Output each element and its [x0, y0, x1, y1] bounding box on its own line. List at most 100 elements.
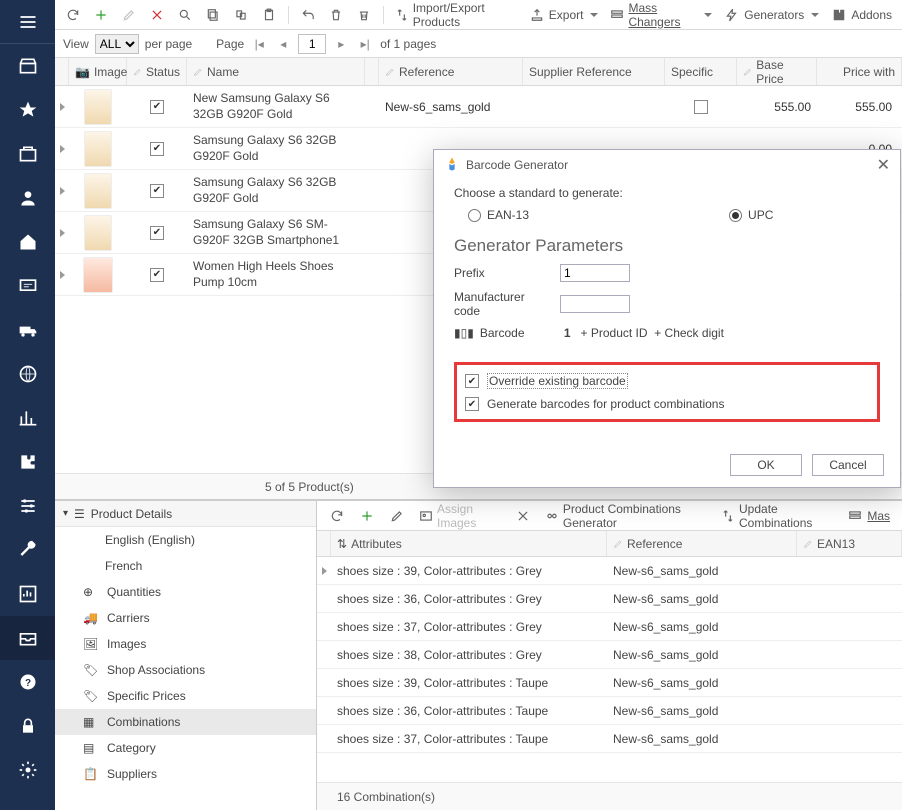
col-reference[interactable]: Reference	[379, 58, 523, 85]
undo-icon[interactable]	[296, 5, 320, 25]
detail-item-shop-associations[interactable]: 🏷Shop Associations	[55, 657, 316, 683]
first-page-button[interactable]: |◂	[250, 35, 268, 53]
combo-row[interactable]: shoes size : 39, Color-attributes : Taup…	[317, 669, 902, 697]
combo-refresh-icon[interactable]	[325, 506, 349, 526]
row-expand-icon[interactable]	[55, 254, 69, 295]
detail-item-combinations[interactable]: ▦Combinations	[55, 709, 316, 735]
mfg-input[interactable]	[560, 295, 630, 313]
col-supplierref[interactable]: Supplier Reference	[523, 58, 665, 85]
message-icon[interactable]	[0, 264, 55, 308]
inbox-icon[interactable]	[0, 616, 55, 660]
combo-row[interactable]: shoes size : 36, Color-attributes : Grey…	[317, 585, 902, 613]
detail-item-quantities[interactable]: ⊕Quantities	[55, 579, 316, 605]
combo-attr-cell: shoes size : 37, Color-attributes : Taup…	[331, 732, 607, 746]
status-checkbox[interactable]	[150, 268, 164, 282]
generators-button[interactable]: Generators	[720, 5, 823, 25]
view-label: View	[63, 37, 89, 51]
row-expand-icon[interactable]	[55, 86, 69, 127]
combo-generator-button[interactable]: Product Combinations Generator	[541, 500, 711, 532]
combo-row[interactable]: shoes size : 39, Color-attributes : Grey…	[317, 557, 902, 585]
prefix-input[interactable]	[560, 264, 630, 282]
combo-row[interactable]: shoes size : 36, Color-attributes : Taup…	[317, 697, 902, 725]
status-checkbox[interactable]	[150, 100, 164, 114]
col-image[interactable]: 📷 Image	[69, 58, 127, 85]
home-icon[interactable]	[0, 220, 55, 264]
row-expand-icon[interactable]	[55, 128, 69, 169]
combo-col-attributes[interactable]: ⇅ Attributes	[331, 531, 607, 556]
stats-icon[interactable]	[0, 396, 55, 440]
ok-button[interactable]: OK	[730, 454, 802, 476]
importexport-button[interactable]: Import/Export Products	[391, 0, 521, 31]
next-page-button[interactable]: ▸	[332, 35, 350, 53]
combo-mass-button[interactable]: Mas	[843, 506, 894, 526]
combo-row[interactable]: shoes size : 37, Color-attributes : Grey…	[317, 613, 902, 641]
update-combos-button[interactable]: Update Combinations	[717, 500, 837, 532]
status-checkbox[interactable]	[150, 184, 164, 198]
ean13-radio[interactable]: EAN-13	[468, 208, 529, 222]
language-item[interactable]: French	[55, 553, 316, 579]
page-input[interactable]	[298, 34, 326, 54]
combo-add-icon[interactable]	[355, 506, 379, 526]
user-icon[interactable]	[0, 176, 55, 220]
paste-icon[interactable]	[257, 5, 281, 25]
masschangers-button[interactable]: Mass Changers	[606, 0, 716, 31]
detail-item-carriers[interactable]: 🚚Carriers	[55, 605, 316, 631]
status-checkbox[interactable]	[150, 226, 164, 240]
product-thumb	[83, 257, 113, 293]
detail-item-specific-prices[interactable]: 🏷Specific Prices	[55, 683, 316, 709]
col-pricewith[interactable]: Price with	[817, 58, 902, 85]
lock-icon[interactable]	[0, 704, 55, 748]
specific-checkbox[interactable]	[694, 100, 708, 114]
view-select[interactable]: ALL	[95, 34, 139, 54]
table-row[interactable]: New Samsung Galaxy S6 32GB G920F GoldNew…	[55, 86, 902, 128]
combo-col-reference[interactable]: Reference	[607, 531, 797, 556]
copy2-icon[interactable]	[229, 5, 253, 25]
copy-icon[interactable]	[201, 5, 225, 25]
detail-item-suppliers[interactable]: 📋Suppliers	[55, 761, 316, 787]
col-name[interactable]: Name	[187, 58, 365, 85]
last-page-button[interactable]: ▸|	[356, 35, 374, 53]
addons-button[interactable]: Addons	[827, 5, 896, 25]
row-expand-icon[interactable]	[55, 212, 69, 253]
wrench-icon[interactable]	[0, 528, 55, 572]
status-checkbox[interactable]	[150, 142, 164, 156]
trash2-icon[interactable]	[352, 5, 376, 25]
combo-row[interactable]: shoes size : 37, Color-attributes : Taup…	[317, 725, 902, 753]
shipping-icon[interactable]	[0, 308, 55, 352]
language-item[interactable]: English (English)	[55, 527, 316, 553]
detail-item-category[interactable]: ▤Category	[55, 735, 316, 761]
generate-combos-checkbox[interactable]: Generate barcodes for product combinatio…	[465, 397, 869, 411]
row-expand-icon[interactable]	[55, 170, 69, 211]
combo-row[interactable]: shoes size : 38, Color-attributes : Grey…	[317, 641, 902, 669]
override-checkbox[interactable]: Override existing barcode	[465, 373, 869, 389]
barcode-icon: ▮▯▮	[454, 326, 474, 340]
upc-radio[interactable]: UPC	[729, 208, 773, 222]
globe-icon[interactable]	[0, 352, 55, 396]
export-button[interactable]: Export	[525, 5, 603, 25]
dialog-close-icon[interactable]: ✕	[877, 155, 890, 175]
shop-icon[interactable]	[0, 44, 55, 88]
delete-icon[interactable]	[145, 5, 169, 25]
col-status[interactable]: Status	[127, 58, 187, 85]
combo-col-ean13[interactable]: EAN13	[797, 531, 902, 556]
prev-page-button[interactable]: ◂	[274, 35, 292, 53]
sliders-icon[interactable]	[0, 484, 55, 528]
trash-icon[interactable]	[324, 5, 348, 25]
search-icon[interactable]	[173, 5, 197, 25]
col-specific[interactable]: Specific	[665, 58, 737, 85]
orders-icon[interactable]	[0, 132, 55, 176]
detail-item-images[interactable]: 🖼Images	[55, 631, 316, 657]
gear-icon[interactable]	[0, 748, 55, 792]
add-icon[interactable]	[89, 5, 113, 25]
refresh-icon[interactable]	[61, 5, 85, 25]
puzzle-icon[interactable]	[0, 440, 55, 484]
product-thumb	[84, 215, 112, 251]
help-icon[interactable]: ?	[0, 660, 55, 704]
details-header[interactable]: ▾ ☰ Product Details	[55, 501, 316, 527]
ofpages-label: of 1 pages	[380, 37, 436, 51]
star-icon[interactable]	[0, 88, 55, 132]
col-baseprice[interactable]: Base Price	[737, 58, 817, 85]
cancel-button[interactable]: Cancel	[812, 454, 884, 476]
menu-toggle-icon[interactable]	[0, 0, 55, 44]
chart-icon[interactable]	[0, 572, 55, 616]
